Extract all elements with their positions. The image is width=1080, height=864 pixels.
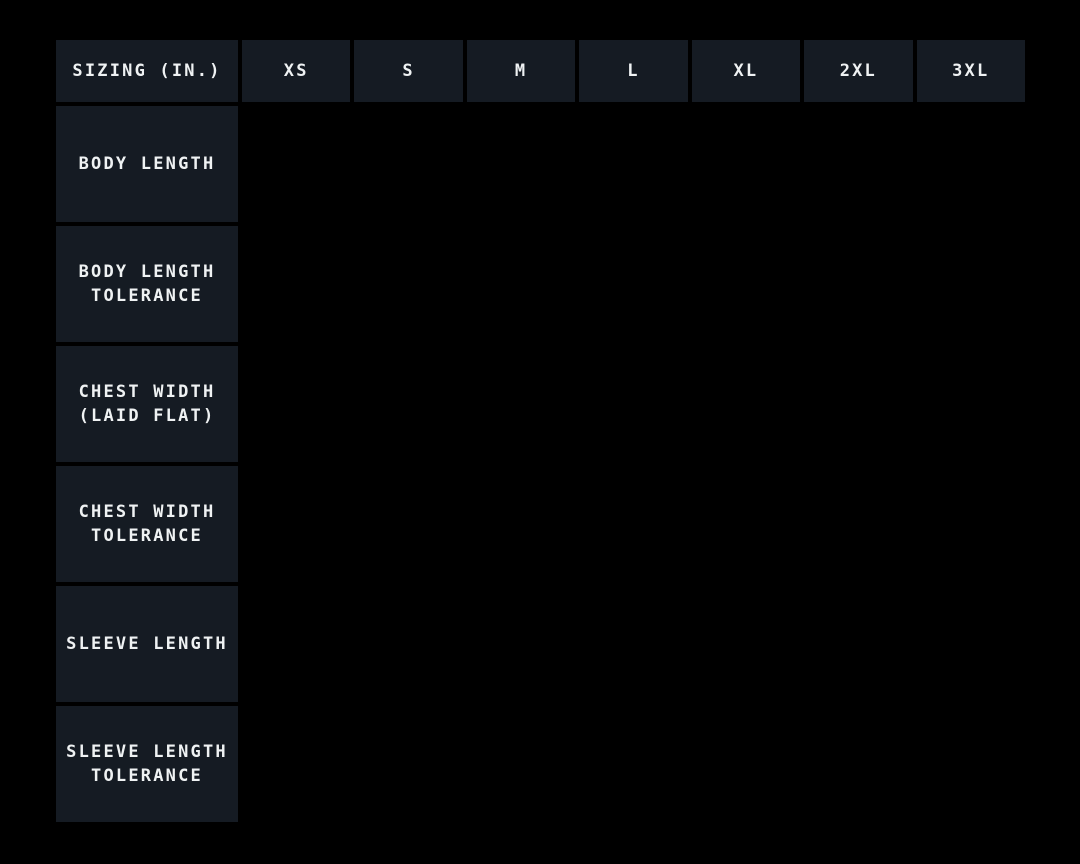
column-header-m-label: M (515, 59, 527, 83)
table-row-sleeve-length-tolerance: SLEEVE LENGTH TOLERANCE (56, 706, 1025, 822)
column-header-s-label: S (402, 59, 414, 83)
corner-header-label: SIZING (IN.) (72, 59, 221, 83)
column-header-xs-label: XS (284, 59, 309, 83)
corner-header-sizing: SIZING (IN.) (56, 40, 238, 102)
empty-data-area (242, 346, 1025, 462)
column-header-xl: XL (692, 40, 800, 102)
row-header-label: CHEST WIDTH (LAID FLAT) (62, 380, 232, 428)
column-header-3xl-label: 3XL (952, 59, 989, 83)
row-header-label: BODY LENGTH (79, 152, 216, 176)
column-header-s: S (354, 40, 462, 102)
column-header-2xl-label: 2XL (840, 59, 877, 83)
table-row-sleeve-length: SLEEVE LENGTH (56, 586, 1025, 702)
column-header-xs: XS (242, 40, 350, 102)
row-header-label: SLEEVE LENGTH (66, 632, 228, 656)
row-header-sleeve-length: SLEEVE LENGTH (56, 586, 238, 702)
empty-data-area (242, 586, 1025, 702)
row-header-label: CHEST WIDTH TOLERANCE (62, 500, 232, 548)
row-header-chest-width-tolerance: CHEST WIDTH TOLERANCE (56, 466, 238, 582)
table-row-chest-width: CHEST WIDTH (LAID FLAT) (56, 346, 1025, 462)
page-background: SIZING (IN.) XS S M L XL 2XL 3XL (0, 0, 1080, 864)
row-header-body-length-tolerance: BODY LENGTH TOLERANCE (56, 226, 238, 342)
row-header-label: SLEEVE LENGTH TOLERANCE (62, 740, 232, 788)
row-header-label: BODY LENGTH TOLERANCE (62, 260, 232, 308)
empty-data-area (242, 706, 1025, 822)
table-row-body-length-tolerance: BODY LENGTH TOLERANCE (56, 226, 1025, 342)
column-header-xl-label: XL (733, 59, 758, 83)
column-header-2xl: 2XL (804, 40, 912, 102)
table-row-chest-width-tolerance: CHEST WIDTH TOLERANCE (56, 466, 1025, 582)
column-header-l: L (579, 40, 687, 102)
row-header-chest-width: CHEST WIDTH (LAID FLAT) (56, 346, 238, 462)
column-header-l-label: L (627, 59, 639, 83)
sizing-table: SIZING (IN.) XS S M L XL 2XL 3XL (56, 40, 1025, 822)
row-header-body-length: BODY LENGTH (56, 106, 238, 222)
column-header-3xl: 3XL (917, 40, 1025, 102)
table-row-body-length: BODY LENGTH (56, 106, 1025, 222)
empty-data-area (242, 106, 1025, 222)
sizing-table-header-row: SIZING (IN.) XS S M L XL 2XL 3XL (56, 40, 1025, 102)
empty-data-area (242, 226, 1025, 342)
row-header-sleeve-length-tolerance: SLEEVE LENGTH TOLERANCE (56, 706, 238, 822)
column-header-m: M (467, 40, 575, 102)
empty-data-area (242, 466, 1025, 582)
